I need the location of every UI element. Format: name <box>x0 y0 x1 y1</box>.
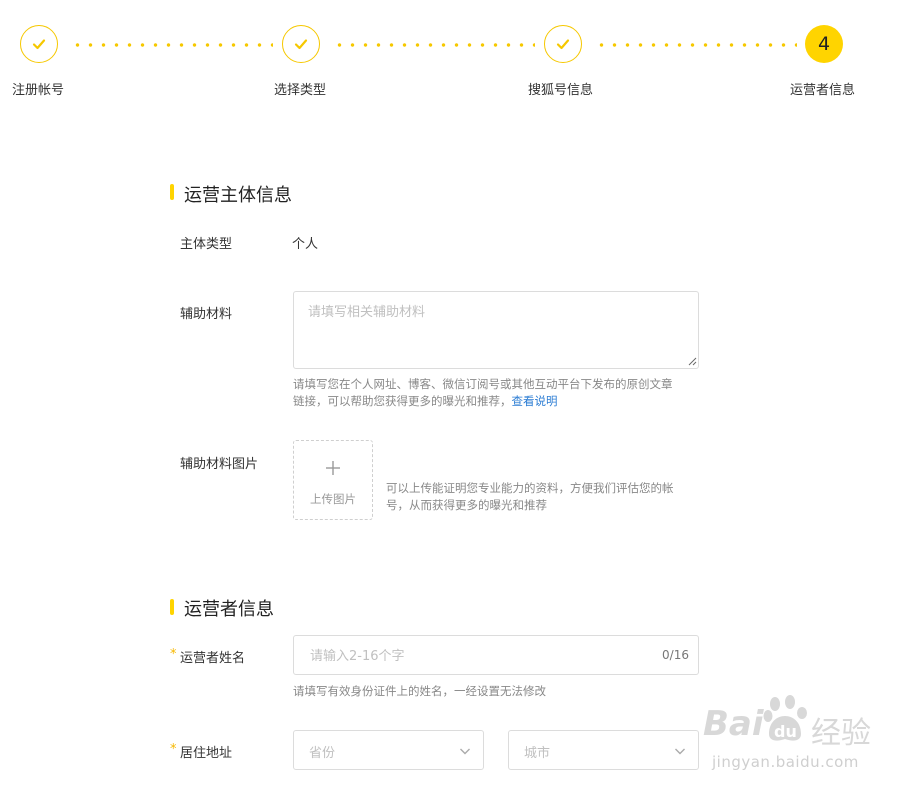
entity-type-label: 主体类型 <box>180 237 233 252</box>
operator-name-field[interactable]: 0/16 <box>293 635 699 676</box>
material-textarea[interactable] <box>293 291 699 369</box>
city-placeholder: 城市 <box>524 746 551 761</box>
upload-image-button[interactable]: 上传图片 <box>293 440 373 520</box>
step-1-label: 注册帐号 <box>12 83 65 98</box>
step-2-check-icon <box>282 25 320 63</box>
step-connector-2 <box>333 43 535 47</box>
watermark-text-du: du <box>774 722 797 741</box>
resize-handle-icon[interactable] <box>688 357 697 366</box>
image-label: 辅助材料图片 <box>180 457 259 472</box>
watermark-text-jingyan: 经验 <box>811 716 871 751</box>
material-hint-line2: 链接，可以帮助您获得更多的曝光和推荐，查看说明 <box>293 393 558 410</box>
watermark-text-bai: Bai <box>703 704 764 744</box>
operator-name-input[interactable] <box>308 636 642 676</box>
step-connector-1 <box>71 43 273 47</box>
step-3-check-icon <box>544 25 582 63</box>
view-instructions-link[interactable]: 查看说明 <box>512 394 558 408</box>
operator-name-hint: 请填写有效身份证件上的姓名，一经设置无法修改 <box>293 684 546 698</box>
city-select[interactable]: 城市 <box>508 730 699 770</box>
step-2-label: 选择类型 <box>274 83 327 98</box>
address-label: 居住地址 <box>180 746 233 761</box>
upload-image-text: 上传图片 <box>310 492 356 506</box>
step-4-label: 运营者信息 <box>790 83 856 98</box>
step-4-number: 4 <box>805 25 843 63</box>
name-char-counter: 0/16 <box>662 648 689 662</box>
province-select[interactable]: 省份 <box>293 730 484 770</box>
plus-icon <box>294 459 372 481</box>
step-connector-3 <box>595 43 797 47</box>
watermark-url: jingyan.baidu.com <box>712 753 859 771</box>
province-placeholder: 省份 <box>309 746 336 761</box>
operator-name-label: 运营者姓名 <box>180 651 246 666</box>
chevron-down-icon <box>460 748 470 755</box>
material-label: 辅助材料 <box>180 307 233 322</box>
section-title-entity: 运营主体信息 <box>184 185 292 206</box>
section-accent-bar <box>170 599 174 615</box>
chevron-down-icon <box>675 748 685 755</box>
required-mark: * <box>170 647 177 662</box>
step-1-check-icon <box>20 25 58 63</box>
section-title-operator: 运营者信息 <box>184 599 274 620</box>
entity-type-value: 个人 <box>292 237 319 252</box>
material-hint-line1: 请填写您在个人网址、博客、微信订阅号或其他互动平台下发布的原创文章 <box>293 377 673 391</box>
step-3-label: 搜狐号信息 <box>528 83 594 98</box>
upload-hint: 可以上传能证明您专业能力的资料，方便我们评估您的帐号，从而获得更多的曝光和推荐 <box>386 481 674 512</box>
required-mark: * <box>170 742 177 757</box>
material-hint-text: 链接，可以帮助您获得更多的曝光和推荐， <box>293 394 512 408</box>
section-accent-bar <box>170 184 174 200</box>
